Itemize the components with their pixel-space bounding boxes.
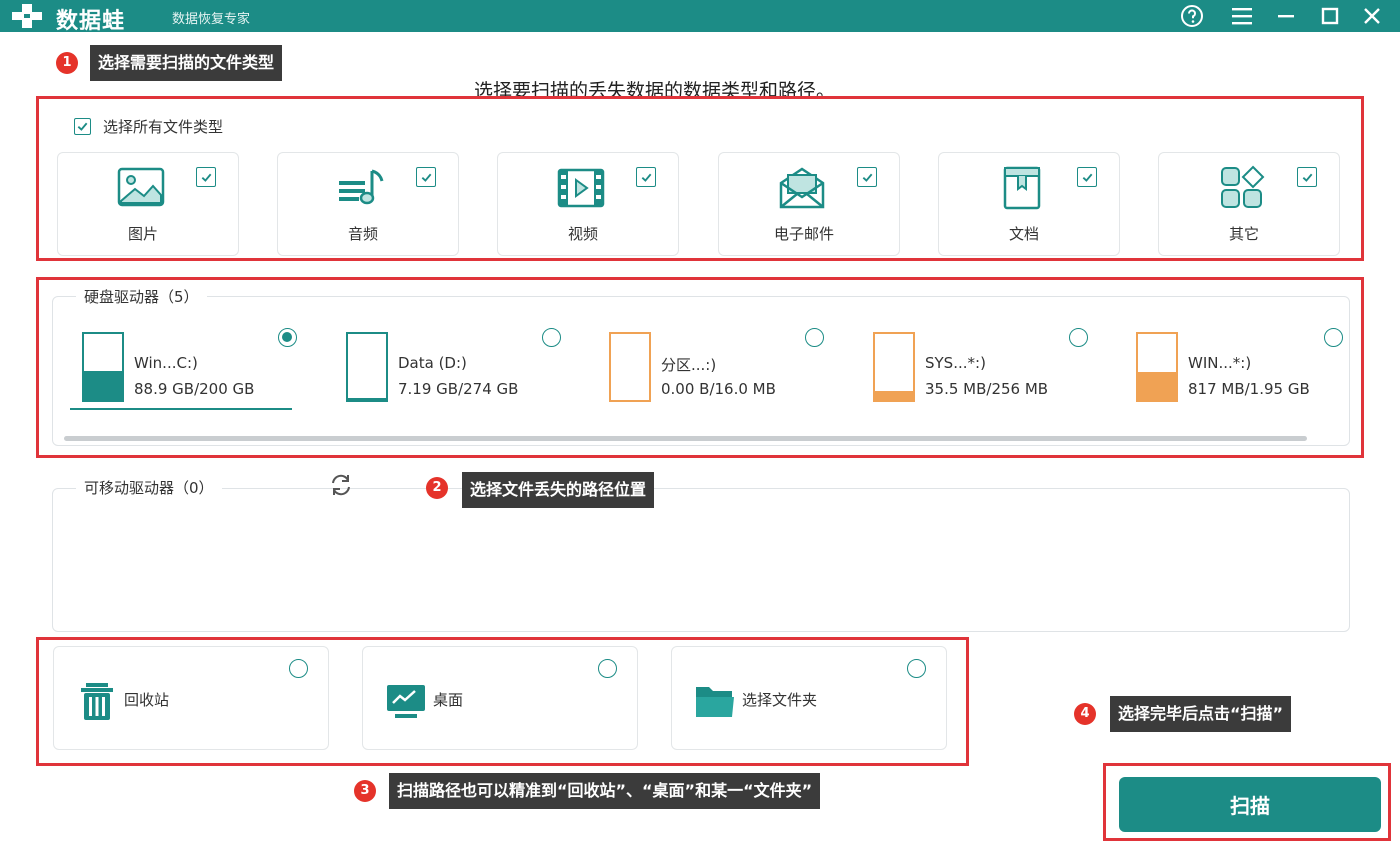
drive-radio[interactable] xyxy=(1324,328,1343,347)
drive-radio[interactable] xyxy=(542,328,561,347)
type-checkbox[interactable] xyxy=(416,167,436,187)
location-select-folder[interactable]: 选择文件夹 xyxy=(671,646,947,750)
select-all-checkbox[interactable] xyxy=(74,118,91,135)
type-card-audio[interactable]: 音频 xyxy=(277,152,459,256)
type-label: 文档 xyxy=(1008,225,1039,243)
annotation-label: 扫描路径也可以精准到“回收站”、“桌面”和某一“文件夹” xyxy=(389,773,821,809)
app-subtitle: 数据恢复专家 xyxy=(172,12,251,27)
drive-disk-icon xyxy=(609,332,651,402)
drive-item[interactable]: WIN...*:) 817 MB/1.95 GB xyxy=(1124,320,1374,412)
location-label: 选择文件夹 xyxy=(742,691,818,709)
selected-drive-indicator xyxy=(70,408,292,410)
drive-disk-icon xyxy=(1136,332,1178,402)
type-card-email[interactable]: 电子邮件 xyxy=(718,152,900,256)
maximize-icon[interactable] xyxy=(1316,2,1344,30)
type-checkbox[interactable] xyxy=(1077,167,1097,187)
drive-item[interactable]: 分区...:) 0.00 B/16.0 MB xyxy=(597,320,847,412)
drive-size: 0.00 B/16.0 MB xyxy=(661,380,776,398)
type-label: 电子邮件 xyxy=(773,225,834,243)
scan-button[interactable]: 扫描 xyxy=(1119,777,1381,832)
type-checkbox[interactable] xyxy=(857,167,877,187)
type-checkbox[interactable] xyxy=(636,167,656,187)
horizontal-scrollbar[interactable] xyxy=(64,436,1307,441)
drive-usage-fill xyxy=(348,398,386,400)
type-card-other[interactable]: 其它 xyxy=(1158,152,1340,256)
drive-usage-fill xyxy=(84,370,122,400)
help-icon[interactable] xyxy=(1178,2,1206,30)
drive-size: 7.19 GB/274 GB xyxy=(398,380,519,398)
image-icon xyxy=(117,167,165,207)
removable-drive-group xyxy=(52,488,1350,632)
drive-name: Win...C:) xyxy=(134,354,198,372)
type-card-document[interactable]: 文档 xyxy=(938,152,1120,256)
minimize-icon[interactable] xyxy=(1272,2,1300,30)
document-icon xyxy=(1003,166,1041,210)
drive-name: Data (D:) xyxy=(398,354,467,372)
drive-radio[interactable] xyxy=(278,328,297,347)
location-radio[interactable] xyxy=(289,659,308,678)
drive-name: SYS...*:) xyxy=(925,354,986,372)
refresh-icon[interactable] xyxy=(326,470,356,500)
menu-icon[interactable] xyxy=(1228,2,1256,30)
drive-disk-icon xyxy=(873,332,915,402)
type-card-video[interactable]: 视频 xyxy=(497,152,679,256)
type-checkbox[interactable] xyxy=(1297,167,1317,187)
recycle-bin-icon xyxy=(81,683,113,720)
folder-icon xyxy=(696,687,734,717)
drive-usage-fill xyxy=(875,390,913,400)
other-icon xyxy=(1221,165,1265,208)
annotation-number: 2 xyxy=(426,477,448,499)
type-label: 图片 xyxy=(127,225,158,243)
drive-radio[interactable] xyxy=(1069,328,1088,347)
drive-radio[interactable] xyxy=(805,328,824,347)
drive-size: 88.9 GB/200 GB xyxy=(134,380,255,398)
drive-item[interactable]: Data (D:) 7.19 GB/274 GB xyxy=(334,320,584,412)
location-recycle-bin[interactable]: 回收站 xyxy=(53,646,329,750)
annotation-number: 4 xyxy=(1074,703,1096,725)
select-all-types[interactable]: 选择所有文件类型 xyxy=(74,116,223,137)
drive-item[interactable]: Win...C:) 88.9 GB/200 GB xyxy=(70,320,320,412)
annotation-label: 选择文件丢失的路径位置 xyxy=(462,472,655,508)
drive-disk-icon xyxy=(346,332,388,402)
annotation-label: 选择需要扫描的文件类型 xyxy=(90,45,283,81)
plus-logo-icon xyxy=(12,4,42,28)
drive-size: 817 MB/1.95 GB xyxy=(1188,380,1310,398)
removable-drive-title: 可移动驱动器（0） xyxy=(76,477,222,498)
type-label: 视频 xyxy=(567,225,598,243)
select-all-label: 选择所有文件类型 xyxy=(103,118,224,136)
location-desktop[interactable]: 桌面 xyxy=(362,646,638,750)
type-label: 其它 xyxy=(1228,225,1259,243)
type-label: 音频 xyxy=(347,225,378,243)
type-card-image[interactable]: 图片 xyxy=(57,152,239,256)
page-heading: 选择要扫描的丢失数据的数据类型和路径。 xyxy=(474,80,836,102)
title-bar: 数据蛙 数据恢复专家 xyxy=(0,0,1400,34)
type-checkbox[interactable] xyxy=(196,167,216,187)
app-title: 数据蛙 xyxy=(56,9,126,34)
drive-name: WIN...*:) xyxy=(1188,354,1252,372)
hard-drive-title: 硬盘驱动器（5） xyxy=(76,286,207,307)
close-icon[interactable] xyxy=(1358,2,1386,30)
location-radio[interactable] xyxy=(598,659,617,678)
location-label: 回收站 xyxy=(124,691,170,709)
location-radio[interactable] xyxy=(907,659,926,678)
audio-icon xyxy=(339,169,384,205)
annotation-label: 选择完毕后点击“扫描” xyxy=(1110,696,1292,732)
drive-name: 分区...:) xyxy=(661,356,717,374)
email-icon xyxy=(779,167,825,209)
drive-size: 35.5 MB/256 MB xyxy=(925,380,1049,398)
location-label: 桌面 xyxy=(433,691,464,709)
annotation-number: 3 xyxy=(354,780,376,802)
drive-disk-icon xyxy=(82,332,124,402)
drive-usage-fill xyxy=(1138,372,1176,400)
drive-item[interactable]: SYS...*:) 35.5 MB/256 MB xyxy=(861,320,1111,412)
video-icon xyxy=(557,168,605,208)
annotation-number: 1 xyxy=(56,52,78,74)
desktop-icon xyxy=(387,685,425,718)
